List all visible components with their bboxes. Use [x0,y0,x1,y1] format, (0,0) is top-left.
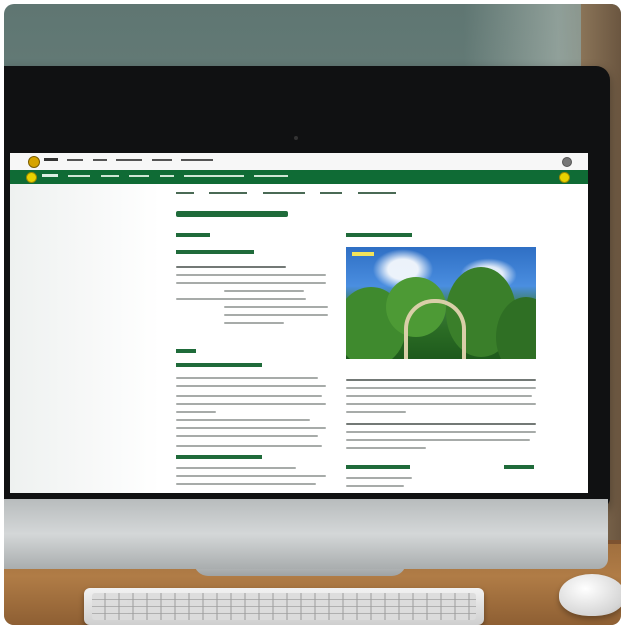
desktop-monitor [4,66,610,569]
keyboard [84,588,484,625]
text-line [176,385,326,387]
text-line [346,447,426,449]
mouse [559,574,621,616]
photo-scene [4,4,621,625]
section-heading [346,465,410,469]
text-line [224,306,328,308]
text-line [346,423,536,425]
nav-badge-icon[interactable] [559,172,570,183]
page-title-bar [176,211,288,217]
browser-top-bar [10,153,588,171]
text-line [176,403,326,405]
text-line [176,274,326,276]
text-line [176,266,286,268]
nav-items [42,173,297,179]
forest-arch-image[interactable] [346,247,536,359]
text-line [176,395,322,397]
text-line [176,377,318,379]
search-icon[interactable] [562,157,572,167]
monitor-chin [4,499,608,569]
text-line [176,475,326,477]
text-line [176,282,326,284]
text-line [176,435,318,437]
text-line [346,439,530,441]
text-line [176,483,316,485]
text-line [176,419,310,421]
sub-navigation [176,190,410,196]
text-line [346,379,536,381]
text-line [346,431,536,433]
site-logo-icon[interactable] [28,156,40,168]
text-line [346,395,532,397]
text-line [176,298,306,300]
subsection-heading [176,455,262,459]
text-line [346,403,536,405]
text-line [346,477,412,479]
image-caption [352,252,374,256]
subsection-heading [176,250,254,254]
keyboard-keys [92,593,476,620]
left-margin [10,184,160,493]
section-heading [176,233,210,237]
webcam-icon [294,136,298,140]
text-line [176,427,326,429]
text-line [346,411,406,413]
section-heading [346,233,412,237]
text-line [176,445,322,447]
monitor-screen [10,153,588,493]
site-nav-bar [10,170,588,184]
text-line [346,485,404,487]
nav-logo-icon[interactable] [26,172,37,183]
section-heading [176,349,196,353]
text-line [224,314,328,316]
top-links [44,157,221,163]
text-line [176,411,216,413]
text-line [346,387,536,389]
subsection-heading [176,363,262,367]
section-link[interactable] [504,465,534,469]
text-line [224,322,284,324]
text-line [224,290,304,292]
arch-structure [404,299,466,359]
text-line [176,467,296,469]
